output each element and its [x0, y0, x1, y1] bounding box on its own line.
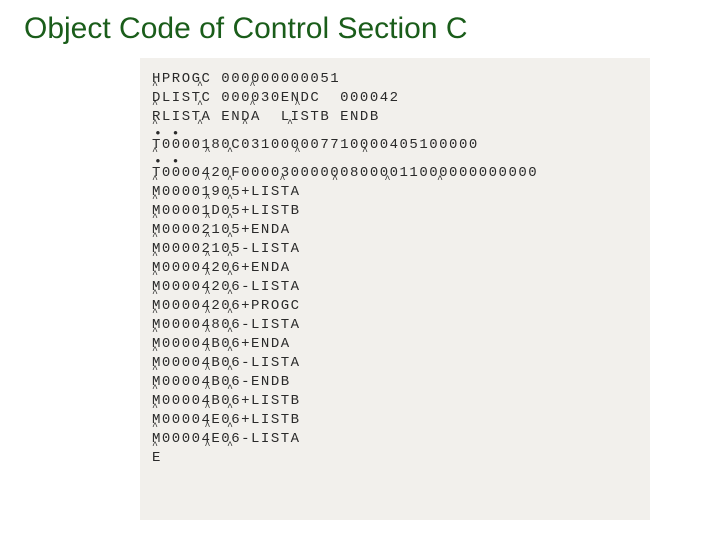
- code-line: M00002105-LISTA: [152, 242, 638, 257]
- code-block: HPROGC 000000000051 ^ ^ ^ DLISTC 000030E…: [140, 58, 650, 520]
- code-line: RLISTA ENDA LISTB ENDB: [152, 110, 638, 125]
- code-line: M00001D05+LISTB: [152, 204, 638, 219]
- code-line: M00004E06+LISTB: [152, 413, 638, 428]
- code-line: M00004806-LISTA: [152, 318, 638, 333]
- code-line: DLISTC 000030ENDC 000042: [152, 91, 638, 106]
- code-line: T0000180C031000007710000405100000: [152, 138, 638, 153]
- code-line: M00004B06-ENDB: [152, 375, 638, 390]
- code-line: M00004B06-LISTA: [152, 356, 638, 371]
- code-line: M00004206+PROGC: [152, 299, 638, 314]
- code-line: M00004B06+ENDA: [152, 337, 638, 352]
- page-title: Object Code of Control Section C: [0, 0, 720, 52]
- code-line: M00004E06-LISTA: [152, 432, 638, 447]
- code-line: M00002105+ENDA: [152, 223, 638, 238]
- code-line: E: [152, 451, 638, 466]
- code-line: M00004206+ENDA: [152, 261, 638, 276]
- code-line: HPROGC 000000000051: [152, 72, 638, 87]
- code-line: T0000420F000030000008000011000000000000: [152, 166, 638, 181]
- code-line: M00004B06+LISTB: [152, 394, 638, 409]
- code-line: M00004206-LISTA: [152, 280, 638, 295]
- code-line: M00001905+LISTA: [152, 185, 638, 200]
